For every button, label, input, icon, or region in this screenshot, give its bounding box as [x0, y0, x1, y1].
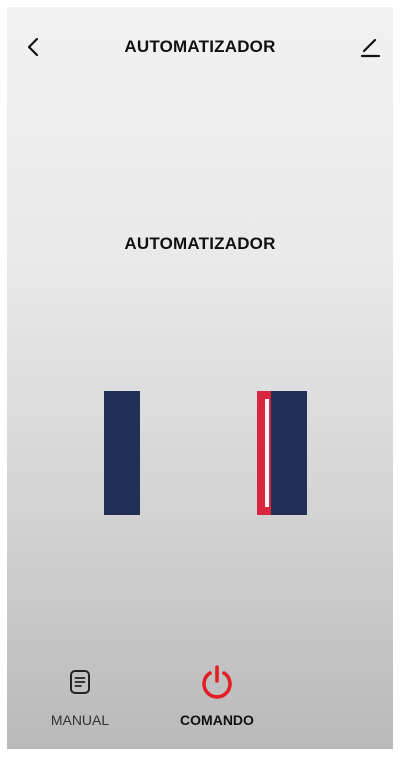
- screen: AUTOMATIZADOR AUTOMATIZADOR MANUAL COMAN…: [0, 0, 400, 763]
- nav-manual-icon-wrap: [69, 662, 91, 702]
- back-button[interactable]: [21, 33, 45, 61]
- gate-left-panel: [104, 391, 140, 515]
- nav-comando-icon-wrap: [199, 662, 235, 702]
- app-view: AUTOMATIZADOR AUTOMATIZADOR MANUAL COMAN…: [7, 7, 393, 749]
- chevron-left-icon: [27, 37, 39, 57]
- gate-gap: [265, 399, 269, 507]
- pencil-icon: [360, 38, 381, 58]
- nav-manual[interactable]: MANUAL: [40, 662, 120, 728]
- nav-comando[interactable]: COMANDO: [167, 662, 267, 728]
- nav-comando-label: COMANDO: [180, 712, 254, 728]
- gate-right-panel: [271, 391, 307, 515]
- device-name: AUTOMATIZADOR: [124, 234, 276, 253]
- document-icon: [70, 670, 90, 694]
- header: AUTOMATIZADOR: [7, 7, 393, 87]
- page-title: AUTOMATIZADOR: [124, 37, 276, 56]
- power-icon: [202, 665, 232, 699]
- edit-button[interactable]: [357, 33, 383, 61]
- nav-manual-label: MANUAL: [50, 712, 110, 728]
